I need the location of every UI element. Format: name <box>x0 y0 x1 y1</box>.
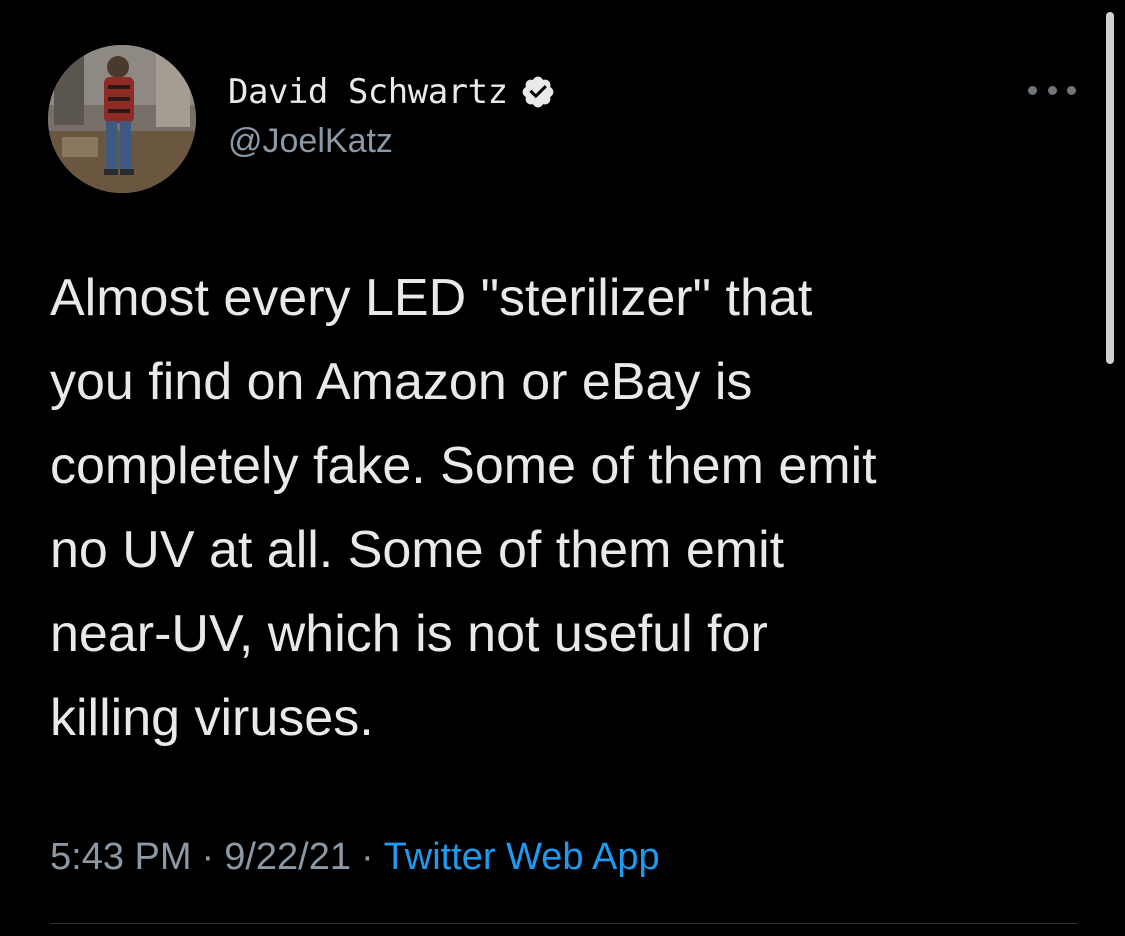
tweet-metadata: 5:43 PM · 9/22/21 · Twitter Web App <box>50 836 660 879</box>
tweet-text-segment: that <box>711 269 813 327</box>
tweet: David Schwartz @JoelKatz Almost every LE… <box>0 0 1125 936</box>
tweet-text-line: near-UV, which is not useful for <box>50 605 768 663</box>
tweet-text-line: completely fake. Some of them emit <box>50 437 877 495</box>
tweet-text-line: you find on Amazon or eBay is <box>50 353 753 411</box>
more-options-icon[interactable] <box>1028 78 1076 102</box>
more-dot <box>1067 85 1076 95</box>
highlighted-word: "sterilizer" <box>481 256 712 340</box>
tweet-time[interactable]: 5:43 PM <box>50 836 192 878</box>
tweet-text-line: no UV at all. Some of them emit <box>50 521 785 579</box>
more-dot <box>1028 85 1037 95</box>
tweet-text-line: killing viruses. <box>50 689 374 747</box>
tweet-text-line: Almost every LED "sterilizer" that <box>50 256 1090 340</box>
verified-badge-icon <box>522 76 553 108</box>
display-name[interactable]: David Schwartz <box>228 72 508 112</box>
tweet-date[interactable]: 9/22/21 <box>224 836 351 878</box>
more-dot <box>1047 85 1057 95</box>
user-handle[interactable]: @JoelKatz <box>228 122 393 161</box>
meta-separator: · <box>360 836 374 878</box>
source-app-link[interactable]: Twitter Web App <box>384 836 660 878</box>
author-name-row[interactable]: David Schwartz <box>228 70 556 114</box>
tweet-text-segment: Almost every LED <box>50 269 481 327</box>
meta-separator: · <box>201 836 215 878</box>
tweet-text: Almost every LED "sterilizer" that you f… <box>50 256 1090 760</box>
avatar-photo <box>48 45 196 193</box>
scrollbar[interactable] <box>1106 12 1114 364</box>
avatar[interactable] <box>48 45 196 193</box>
divider <box>50 923 1077 924</box>
